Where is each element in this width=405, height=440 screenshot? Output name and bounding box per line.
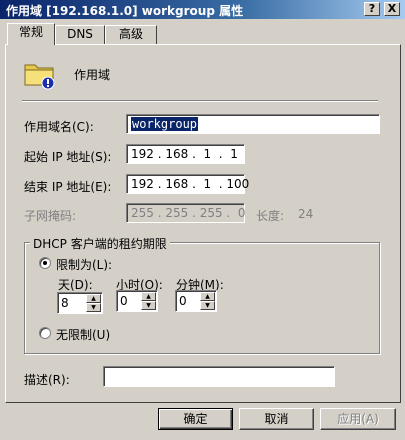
minutes-down-arrow-icon[interactable]: ▼ [200,301,215,310]
length-value: 24 [298,207,314,221]
description-input[interactable] [103,366,335,387]
tab-advanced[interactable]: 高级 [105,25,157,44]
start-ip-input[interactable]: 192 . 168 . 1 . 1 [126,144,245,164]
scope-header-title: 作用域 [74,68,111,82]
days-down-arrow-icon[interactable]: ▼ [86,303,101,312]
days-spinner[interactable]: 8 ▲ ▼ [57,292,103,314]
hours-up-arrow-icon[interactable]: ▲ [141,292,156,301]
length-label: 长度: [256,209,285,223]
description-label: 描述(R): [24,373,70,387]
minutes-spinner[interactable]: 0 ▲ ▼ [175,290,217,312]
scope-name-value: workgroup [131,117,199,131]
cancel-button[interactable]: 取消 [239,408,314,430]
scope-name-input[interactable]: workgroup [126,114,380,134]
minutes-up-arrow-icon[interactable]: ▲ [200,292,215,301]
lease-group-title: DHCP 客户端的租约期限 [30,235,170,252]
apply-button[interactable]: 应用(A) [320,408,396,430]
subnet-mask-label: 子网掩码: [24,209,77,223]
title-bar: 作用域 [192.168.1.0] workgroup 属性 ? X [0,0,405,19]
limited-label: 限制为(L): [56,258,113,272]
hours-spinner[interactable]: 0 ▲ ▼ [116,290,158,312]
limited-radio[interactable] [39,257,51,269]
header-separator [22,100,378,102]
start-ip-label: 起始 IP 地址(S): [24,150,112,164]
close-button[interactable]: X [384,2,400,16]
end-ip-label: 结束 IP 地址(E): [24,180,112,194]
days-label: 天(D): [58,278,93,292]
radio-selected-dot [43,261,47,265]
ok-button[interactable]: 确定 [158,408,233,430]
end-ip-input[interactable]: 192 . 168 . 1 . 100 [126,174,249,194]
days-up-arrow-icon[interactable]: ▲ [86,294,101,303]
folder-dhcp-icon [24,64,55,90]
help-button[interactable]: ? [364,2,380,16]
unlimited-label: 无限制(U) [56,328,111,342]
tab-general[interactable]: 常规 [7,23,55,45]
tab-dns[interactable]: DNS [55,25,105,44]
hours-down-arrow-icon[interactable]: ▼ [141,301,156,310]
subnet-mask-input: 255 . 255 . 255 . 0 [126,203,246,223]
window-title: 作用域 [192.168.1.0] workgroup 属性 [6,4,244,18]
scope-name-label: 作用域名(C): [24,120,94,134]
unlimited-radio[interactable] [39,327,51,339]
